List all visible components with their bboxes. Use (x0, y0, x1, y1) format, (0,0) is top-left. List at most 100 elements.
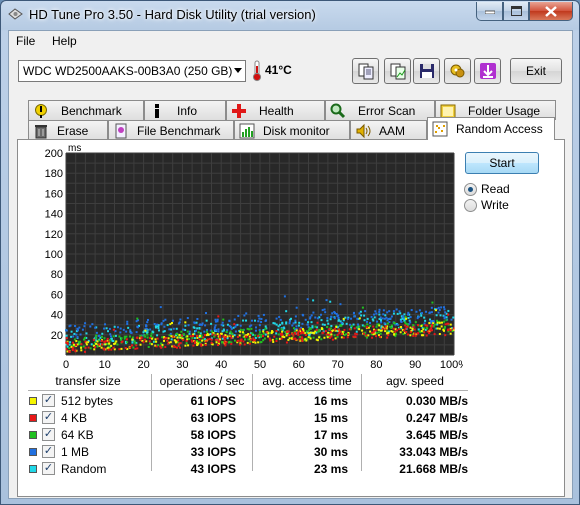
save-button[interactable] (413, 58, 440, 84)
data-point (151, 330, 154, 333)
data-point (68, 350, 71, 353)
series-checkbox[interactable]: ✓ (42, 428, 55, 441)
data-point (298, 338, 301, 341)
data-point (294, 321, 297, 324)
data-point (353, 315, 356, 318)
data-point (113, 342, 116, 345)
copy-info-button[interactable] (352, 58, 379, 84)
data-point (374, 310, 377, 313)
data-point (197, 331, 200, 334)
data-point (444, 323, 447, 326)
data-point (407, 311, 410, 314)
data-point (438, 309, 441, 312)
data-point (217, 339, 220, 342)
data-point (275, 340, 278, 343)
exit-button[interactable]: Exit (510, 58, 562, 84)
x-tick-label: 60 (293, 359, 305, 371)
drive-select[interactable]: WDC WD2500AAKS-00B3A0 (250 GB) (18, 60, 246, 82)
data-point (381, 317, 384, 320)
data-point (247, 338, 250, 341)
data-point (201, 339, 204, 342)
data-point (118, 335, 121, 338)
tab-disk-monitor[interactable]: Disk monitor (234, 120, 350, 140)
data-point (416, 332, 419, 335)
data-point (224, 334, 227, 337)
read-radio[interactable] (464, 182, 477, 196)
data-point (259, 341, 262, 344)
data-point (119, 331, 122, 334)
data-point (334, 337, 337, 340)
data-point (318, 336, 321, 339)
benchmark-icon (33, 103, 49, 119)
data-point (267, 335, 270, 338)
data-point (279, 318, 282, 321)
col-access-time: avg. access time (262, 374, 352, 388)
data-point (193, 321, 196, 324)
data-point (118, 348, 121, 351)
write-radio[interactable] (464, 198, 477, 212)
series-checkbox[interactable]: ✓ (42, 462, 55, 475)
data-point (229, 334, 232, 337)
data-point (378, 308, 381, 311)
tab-erase-label: Erase (57, 123, 89, 138)
data-point (440, 325, 443, 328)
tab-aam[interactable]: AAM (350, 120, 427, 140)
menu-file[interactable]: File (16, 34, 35, 48)
series-checkbox[interactable]: ✓ (42, 394, 55, 407)
data-point (297, 324, 300, 327)
series-checkbox[interactable]: ✓ (42, 445, 55, 458)
data-point (275, 332, 278, 335)
data-point (129, 329, 132, 332)
data-point (399, 312, 402, 315)
data-point (420, 324, 423, 327)
read-option[interactable]: Read (464, 182, 510, 196)
maximize-button[interactable] (503, 2, 529, 21)
data-point (94, 337, 97, 340)
data-point (343, 328, 346, 331)
data-point (251, 332, 254, 335)
health-icon (231, 103, 247, 119)
series-color-swatch (29, 397, 37, 405)
hide-to-tray-button[interactable] (474, 58, 501, 84)
minimize-button[interactable] (476, 2, 503, 21)
data-point (146, 318, 149, 321)
title-bar[interactable]: HD Tune Pro 3.50 - Hard Disk Utility (tr… (1, 1, 579, 29)
tab-benchmark[interactable]: Benchmark (28, 100, 144, 120)
data-point (110, 348, 113, 351)
data-point (249, 340, 252, 343)
start-button[interactable]: Start (465, 152, 539, 174)
data-point (364, 310, 367, 313)
row-iops: 33 IOPS (190, 445, 236, 459)
close-button[interactable] (529, 2, 573, 21)
row-size: 1 MB (61, 445, 90, 459)
write-option[interactable]: Write (464, 198, 509, 212)
data-point (110, 344, 113, 347)
tab-random-access[interactable]: Random Access (427, 117, 555, 140)
tab-error-scan[interactable]: Error Scan (325, 100, 435, 120)
data-point (139, 339, 142, 342)
data-point (113, 325, 116, 328)
data-point (125, 335, 128, 338)
data-point (161, 336, 164, 339)
data-point (245, 319, 248, 322)
data-point (96, 340, 99, 343)
data-point (373, 329, 376, 332)
data-point (405, 317, 408, 320)
copy-screenshot-button[interactable] (384, 58, 411, 84)
data-point (248, 325, 251, 328)
tab-health[interactable]: Health (226, 100, 325, 120)
data-point (186, 335, 189, 338)
series-checkbox[interactable]: ✓ (42, 411, 55, 424)
data-point (425, 310, 428, 313)
tab-file-benchmark[interactable]: File Benchmark (108, 120, 234, 140)
menu-help[interactable]: Help (52, 34, 77, 48)
data-point (244, 338, 247, 341)
data-point (295, 306, 298, 309)
tab-erase[interactable]: Erase (28, 120, 108, 140)
tab-info[interactable]: Info (144, 100, 226, 120)
data-point (184, 321, 187, 324)
data-point (378, 310, 381, 313)
data-point (72, 343, 75, 346)
options-button[interactable] (444, 58, 471, 84)
data-point (131, 336, 134, 339)
